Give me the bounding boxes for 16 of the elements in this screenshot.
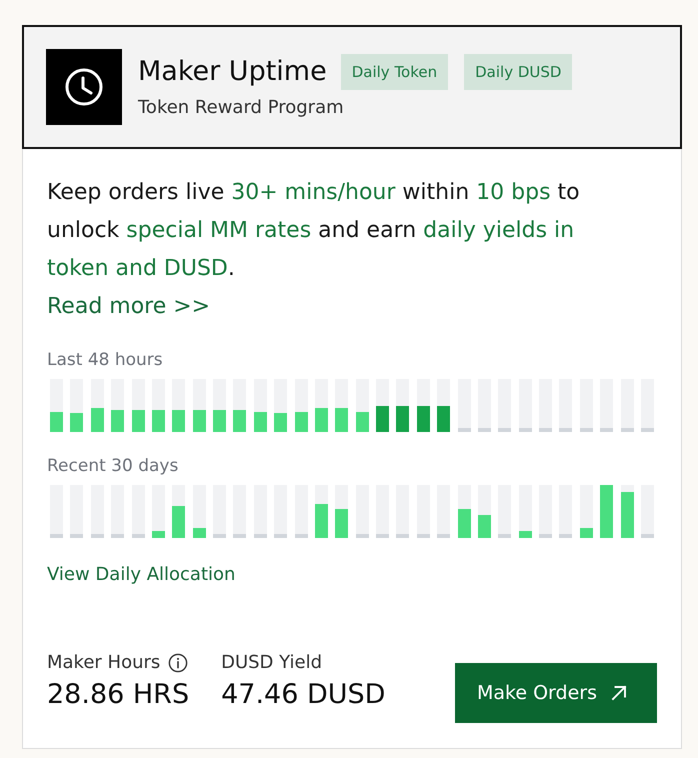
view-allocation-link[interactable]: View Daily Allocation xyxy=(47,564,236,586)
stat-value: 47.46 DUSD xyxy=(221,679,386,711)
clock-icon xyxy=(46,49,122,125)
stat-value: 28.86 HRS xyxy=(47,679,190,711)
read-more-link[interactable]: Read more >> xyxy=(47,288,210,326)
stat-label: Maker Hours xyxy=(47,653,160,673)
chart-label: Last 48 hours xyxy=(47,350,164,370)
chart-label: Recent 30 days xyxy=(47,456,180,476)
stat-label: DUSD Yield xyxy=(221,653,322,673)
card-subtitle: Token Reward Program xyxy=(138,96,345,120)
make-orders-button[interactable]: Make Orders xyxy=(455,663,657,723)
reward-tag: Daily DUSD xyxy=(464,54,572,90)
description-text: Keep orders live 30+ mins/hour within 10 bps to unlock special MM rates and earn daily yields in token and DUSD. xyxy=(47,179,581,283)
arrow-icon xyxy=(611,685,627,701)
card-title: Maker Uptime xyxy=(138,55,327,89)
reward-tag: Daily Token xyxy=(340,54,448,90)
